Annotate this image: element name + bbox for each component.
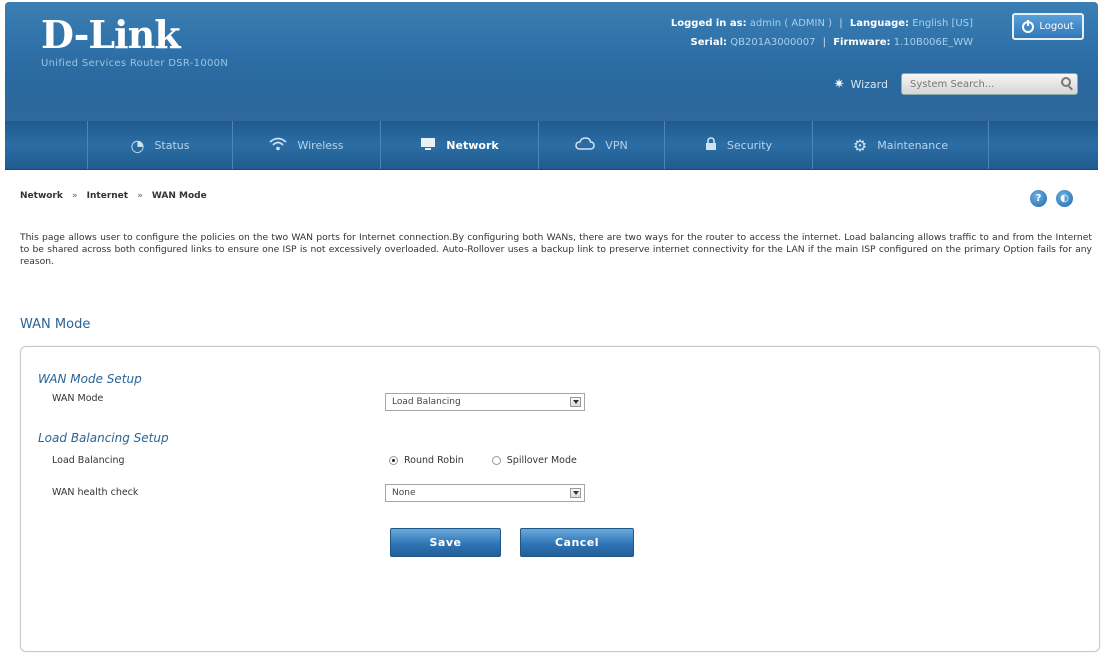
header-banner: D-Link Unified Services Router DSR-1000N… (5, 2, 1098, 121)
gears-icon: ⚙ (852, 135, 868, 155)
health-check-select[interactable]: None (385, 484, 585, 502)
info-separator: | (822, 37, 826, 48)
breadcrumb-item-network[interactable]: Network (20, 191, 63, 201)
dlink-logo: D-Link (41, 12, 181, 57)
wifi-icon (269, 136, 288, 155)
wizard-label: Wizard (850, 78, 888, 91)
nav-item-vpn[interactable]: VPN (539, 121, 665, 169)
product-name: Unified Services Router DSR-1000N (41, 58, 229, 69)
breadcrumb-separator: » (72, 191, 78, 201)
help-icon[interactable]: ? (1030, 190, 1047, 207)
wand-icon: ✷ (833, 77, 845, 92)
wan-mode-setup-heading: WAN Mode Setup (38, 372, 142, 386)
logout-button[interactable]: Logout (1012, 13, 1084, 40)
firmware-value: 1.10B006E_WW (893, 37, 973, 48)
power-icon (1022, 19, 1035, 33)
wizard-link[interactable]: ✷ Wizard (834, 77, 888, 92)
health-check-label: WAN health check (52, 487, 139, 498)
round-robin-label[interactable]: Round Robin (404, 455, 464, 466)
wan-mode-selected: Load Balancing (392, 397, 461, 407)
save-button[interactable]: Save (390, 528, 501, 557)
page-description: This page allows user to configure the p… (20, 232, 1092, 267)
language-label: Language: (849, 18, 910, 29)
logout-label: Logout (1039, 21, 1074, 32)
serial-label: Serial: (690, 37, 728, 48)
load-balancing-options: Round Robin Spillover Mode (389, 455, 577, 466)
monitor-icon (420, 136, 436, 155)
info-separator: | (839, 18, 843, 29)
nav-item-label: Wireless (297, 138, 344, 152)
nav-item-security[interactable]: Security (665, 121, 813, 169)
radio-round-robin[interactable] (389, 456, 398, 465)
nav-item-status[interactable]: ◔ Status (87, 121, 233, 169)
info-icon[interactable]: ◐ (1056, 190, 1073, 207)
nav-item-wireless[interactable]: Wireless (233, 121, 381, 169)
breadcrumb-item-internet[interactable]: Internet (87, 191, 128, 201)
nav-item-network[interactable]: Network (381, 121, 539, 169)
page-title: WAN Mode (20, 317, 91, 332)
health-check-selected: None (392, 488, 416, 498)
serial-value: QB201A3000007 (730, 37, 816, 48)
gauge-icon: ◔ (130, 135, 145, 155)
load-balancing-label: Load Balancing (52, 455, 125, 466)
radio-spillover[interactable] (491, 456, 501, 465)
breadcrumb-separator: » (137, 191, 143, 201)
spillover-label[interactable]: Spillover Mode (507, 455, 577, 466)
wan-mode-select[interactable]: Load Balancing (385, 393, 585, 411)
search-placeholder: System Search... (910, 78, 995, 90)
nav-item-label: Status (154, 138, 190, 152)
chevron-down-icon[interactable] (570, 488, 581, 498)
nav-item-label: VPN (605, 138, 628, 152)
nav-item-label: Security (726, 138, 773, 152)
lock-icon (705, 136, 717, 155)
language-link[interactable]: English [US] (912, 18, 973, 29)
cloud-icon (575, 136, 596, 155)
load-balancing-setup-heading: Load Balancing Setup (38, 431, 169, 445)
wan-mode-label: WAN Mode (52, 393, 104, 404)
breadcrumb: Network » Internet » WAN Mode (20, 191, 207, 201)
nav-item-label: Maintenance (877, 138, 949, 152)
search-icon[interactable] (1061, 77, 1071, 87)
nav-item-label: Network (446, 138, 499, 152)
cancel-button[interactable]: Cancel (520, 528, 634, 557)
logged-in-label: Logged in as: (670, 18, 747, 29)
main-nav: ◔ Status Wireless Network VPN Security ⚙… (5, 121, 1098, 170)
session-info: Logged in as: admin ( ADMIN ) | Language… (671, 14, 973, 52)
nav-item-maintenance[interactable]: ⚙ Maintenance (813, 121, 989, 169)
system-search-input[interactable]: System Search... (901, 73, 1078, 95)
breadcrumb-item-wan-mode: WAN Mode (151, 191, 207, 201)
firmware-label: Firmware: (833, 37, 891, 48)
logged-in-user: admin ( ADMIN ) (749, 18, 833, 29)
chevron-down-icon[interactable] (570, 397, 581, 407)
